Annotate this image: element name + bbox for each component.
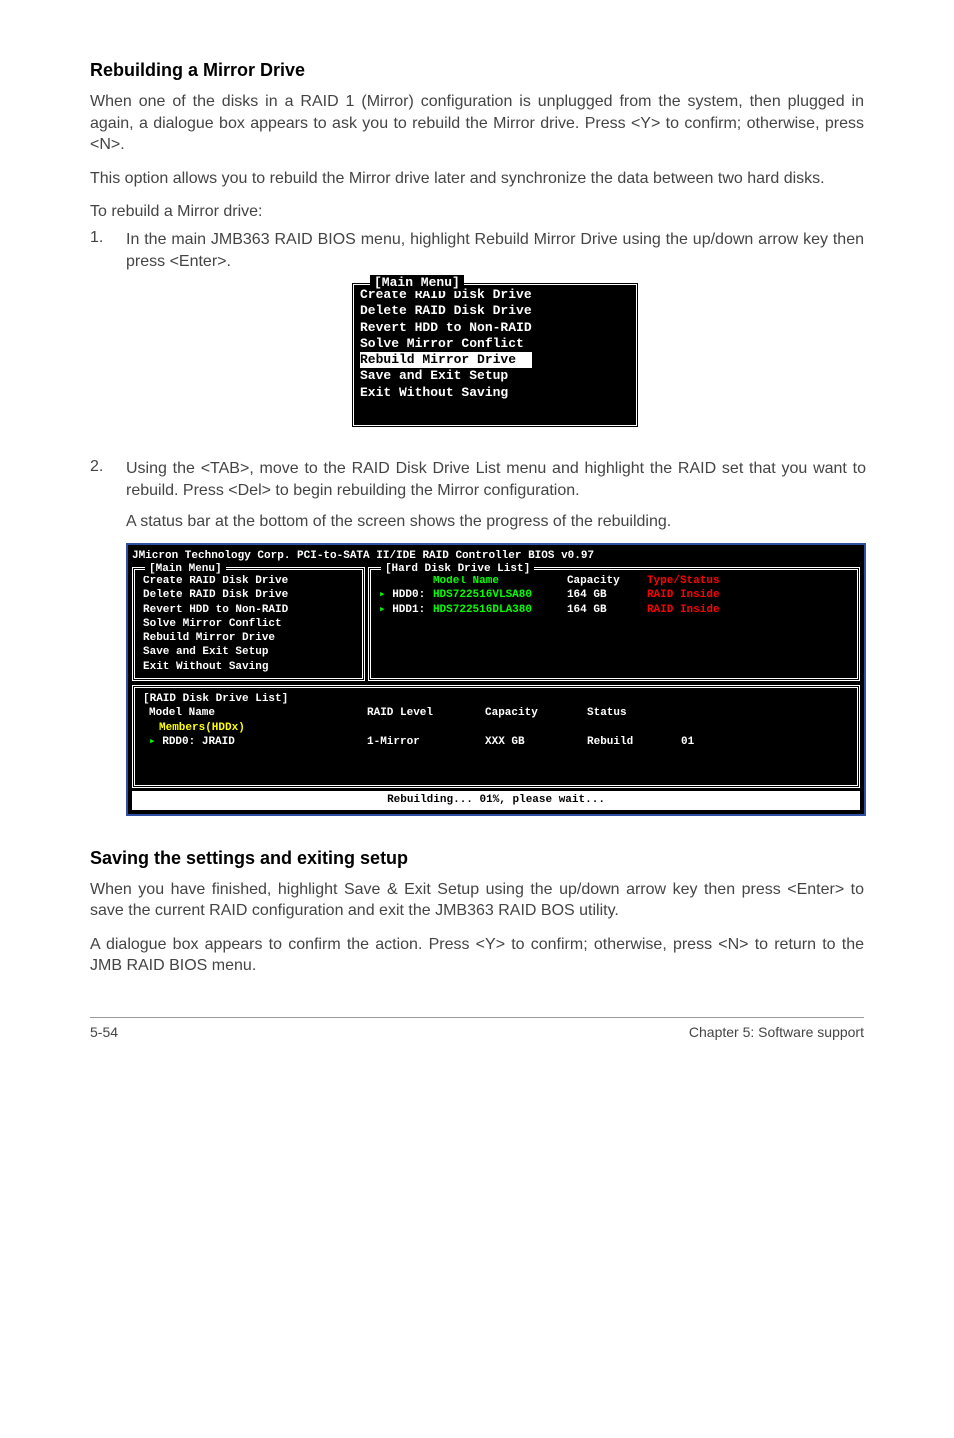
cell: 164 GB	[567, 603, 641, 617]
chapter-label: Chapter 5: Software support	[689, 1024, 864, 1040]
cell: RAID Inside	[647, 588, 720, 602]
list-number: 1.	[90, 229, 126, 448]
cell: 164 GB	[567, 588, 641, 602]
bios-menu-item: Solve Mirror Conflict	[360, 336, 630, 352]
bios-menu-item: Solve Mirror Conflict	[143, 617, 354, 631]
page-footer: 5-54 Chapter 5: Software support	[90, 1018, 864, 1040]
paragraph: When one of the disks in a RAID 1 (Mirro…	[90, 91, 864, 156]
cell: HDS722516DLA380	[433, 603, 561, 617]
cell: HDD0:	[392, 589, 425, 601]
bios-menu-item: Exit Without Saving	[360, 385, 630, 401]
bios-menu-item: Revert HDD to Non-RAID	[143, 603, 354, 617]
step-text: A status bar at the bottom of the screen…	[126, 511, 866, 533]
members-label: Members(HDDx)	[143, 721, 849, 735]
col-status: Status	[587, 706, 675, 720]
paragraph: When you have finished, highlight Save &…	[90, 879, 864, 922]
paragraph: To rebuild a Mirror drive:	[90, 201, 864, 223]
bios-hdd-panel: [Hard Disk Drive List] Model Name Capaci…	[368, 567, 860, 681]
table-row: ▸ RDD0: JRAID 1-Mirror XXX GB Rebuild 01	[143, 735, 849, 749]
bios-menu-item: Rebuild Mirror Drive	[143, 631, 354, 645]
paragraph: A dialogue box appears to confirm the ac…	[90, 934, 864, 977]
bios-panel-label: [Hard Disk Drive List]	[381, 562, 534, 576]
cell: RDD0: JRAID	[162, 736, 235, 748]
page-number: 5-54	[90, 1024, 118, 1040]
cell: HDS722516VLSA80	[433, 588, 561, 602]
triangle-icon: ▸	[149, 736, 156, 748]
step-text: In the main JMB363 RAID BIOS menu, highl…	[126, 229, 864, 272]
cell: Rebuild	[587, 735, 675, 749]
col-level: RAID Level	[367, 706, 479, 720]
status-bar: Rebuilding... 01%, please wait...	[132, 791, 860, 809]
bios-panel-title: [Main Menu]	[370, 275, 464, 291]
bios-menu-item: Revert HDD to Non-RAID	[360, 320, 630, 336]
table-row: ▸ HDD0: HDS722516VLSA80 164 GB RAID Insi…	[379, 588, 849, 602]
col-capacity: Capacity	[485, 706, 581, 720]
bios-panel-label: [Main Menu]	[145, 562, 226, 576]
triangle-icon: ▸	[379, 604, 386, 616]
table-row: ▸ HDD1: HDS722516DLA380 164 GB RAID Insi…	[379, 603, 849, 617]
list-number: 2.	[90, 458, 126, 832]
cell: 01	[681, 735, 694, 749]
step-text: Using the <TAB>, move to the RAID Disk D…	[126, 458, 866, 501]
bios-menu-item: Delete RAID Disk Drive	[143, 588, 354, 602]
bios-panel-label: [RAID Disk Drive List]	[143, 693, 288, 705]
bios-raid-screenshot: JMicron Technology Corp. PCI-to-SATA II/…	[126, 543, 866, 816]
bios-raid-drive-panel: [RAID Disk Drive List] Model Name RAID L…	[132, 685, 860, 788]
cell: HDD1:	[392, 604, 425, 616]
list-item: 1. In the main JMB363 RAID BIOS menu, hi…	[90, 229, 864, 448]
bios-menu-item: Exit Without Saving	[143, 660, 354, 674]
bios-menu-item: Delete RAID Disk Drive	[360, 303, 630, 319]
heading-saving: Saving the settings and exiting setup	[90, 848, 864, 869]
bios-menu-item: Save and Exit Setup	[143, 645, 354, 659]
cell: XXX GB	[485, 735, 581, 749]
bios-main-menu-screenshot: [Main Menu] Create RAID Disk Drive Delet…	[351, 282, 639, 428]
col-capacity: Capacity	[567, 574, 641, 588]
table-header: Model Name RAID Level Capacity Status	[143, 706, 849, 720]
paragraph: This option allows you to rebuild the Mi…	[90, 168, 864, 190]
bios-main-menu-panel: [Main Menu] Create RAID Disk Drive Delet…	[132, 567, 365, 681]
triangle-icon: ▸	[379, 589, 386, 601]
cell: 1-Mirror	[367, 735, 479, 749]
list-item: 2. Using the <TAB>, move to the RAID Dis…	[90, 458, 864, 832]
col-type: Type/Status	[647, 574, 720, 588]
cell: RAID Inside	[647, 603, 720, 617]
heading-rebuild: Rebuilding a Mirror Drive	[90, 60, 864, 81]
bios-menu-item-highlighted: Rebuild Mirror Drive	[360, 352, 532, 368]
bios-top-title: JMicron Technology Corp. PCI-to-SATA II/…	[132, 549, 860, 563]
col-model: Model Name	[143, 706, 361, 720]
bios-menu-item: Save and Exit Setup	[360, 368, 630, 384]
